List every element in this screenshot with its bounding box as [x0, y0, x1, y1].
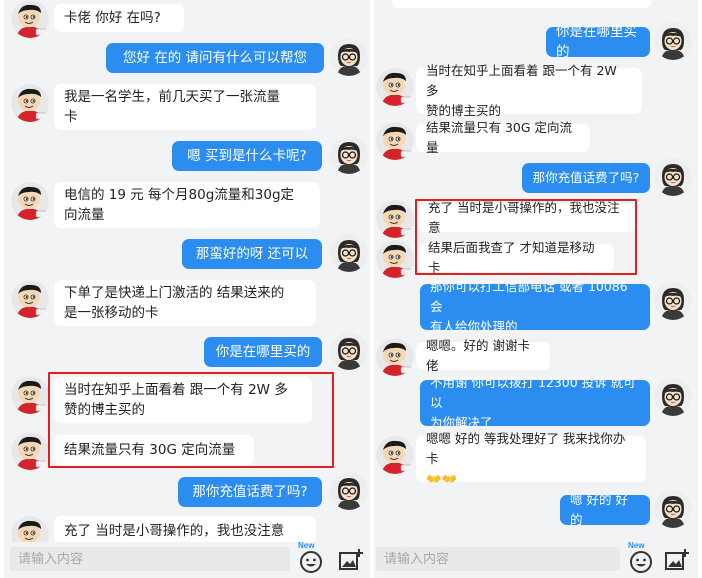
message-text-line: 是一张移动的卡 — [64, 305, 159, 321]
chat-panel-left: 卡佬 你好 在吗? 您好 在的 请问有什么可以帮您 我是一名学生，前几天买了一张… — [4, 0, 370, 578]
message-text-line: 下单了是快递上门激活的 结果送来的 — [64, 285, 285, 301]
customer-avatar-icon[interactable] — [11, 182, 49, 220]
agent-avatar-icon[interactable] — [654, 490, 692, 528]
message-bubble-sent: 嗯 买到是什么卡呢? — [172, 141, 322, 171]
message-text: 那你充值话费了吗? — [192, 484, 308, 500]
message-text-line: 当时在知乎上面看着 跟一个有 2W 多 — [64, 382, 288, 398]
message-bubble-received: 结果流量只有 30G 定向流量 — [54, 435, 254, 465]
customer-avatar-icon[interactable] — [11, 280, 49, 318]
customer-avatar-icon[interactable] — [376, 338, 414, 376]
image-plus-icon — [339, 549, 363, 570]
message-text: 你是在哪里买的 — [215, 344, 311, 360]
image-button[interactable] — [338, 548, 364, 572]
customer-avatar-icon[interactable] — [11, 432, 49, 470]
message-bubble-received: 卡佬 你好 在吗? — [54, 4, 184, 32]
message-text-line: 向流量 — [64, 207, 105, 223]
message-bubble-received: 下单了是快递上门激活的 结果送来的 是一张移动的卡 — [54, 280, 316, 326]
message-bubble-received: 结果流量只有 30G 定向流量 — [416, 120, 590, 155]
message-input-bar: New — [4, 541, 370, 578]
message-text: 嗯嗯。好的 谢谢卡佬 — [426, 338, 530, 373]
customer-avatar-icon[interactable] — [11, 0, 49, 38]
image-button[interactable] — [664, 548, 690, 572]
message-bubble-received: 充了 当时是小哥操作的，我也没注意 — [418, 200, 636, 235]
agent-avatar-icon[interactable] — [654, 378, 692, 416]
new-badge: New — [298, 541, 315, 550]
message-text: 卡佬 你好 在吗? — [64, 10, 161, 26]
message-bubble-received: 我是一名学生，前几天买了一张流量 卡 — [54, 84, 316, 130]
message-bubble-received-partial — [392, 0, 652, 8]
message-text-line: 卡 — [64, 109, 78, 125]
customer-avatar-icon[interactable] — [376, 200, 414, 238]
agent-avatar-icon[interactable] — [330, 136, 368, 174]
customer-avatar-icon[interactable] — [376, 436, 414, 474]
message-bubble-sent: 那蛮好的呀 还可以 — [182, 239, 322, 269]
agent-avatar-icon[interactable] — [654, 158, 692, 196]
customer-avatar-icon[interactable] — [376, 68, 414, 106]
image-plus-icon — [665, 549, 689, 570]
message-text: 那你充值话费了吗? — [532, 170, 640, 185]
emoji-button[interactable]: New — [296, 541, 326, 575]
message-text-line: 当时在知乎上面看着 跟一个有 2W 多 — [426, 63, 617, 98]
chat-panel-right: 你是在哪里买的 当时在知乎上面看着 跟一个有 2W 多 赞的博主买的 结果流量只… — [374, 0, 698, 578]
message-text: 结果流量只有 30G 定向流量 — [426, 120, 573, 155]
message-text: 嗯 买到是什么卡呢? — [187, 148, 307, 164]
message-input-bar: New — [374, 541, 698, 578]
message-text: 嗯 好的 好的 — [570, 492, 628, 527]
message-bubble-sent: 那你充值话费了吗? — [178, 477, 322, 507]
message-bubble-sent: 那你可以打工信部电话 或者 10086 会 有人给你处理的 — [420, 279, 650, 334]
customer-avatar-icon[interactable] — [11, 84, 49, 122]
customer-avatar-icon[interactable] — [376, 240, 414, 278]
message-text-line: 嗯嗯 好的 等我处理好了 我来找你办卡 — [426, 431, 626, 466]
message-text: 充了 当时是小哥操作的，我也没注意 — [64, 523, 285, 539]
message-bubble-sent: 你是在哪里买的 — [546, 24, 650, 60]
message-bubble-received: 当时在知乎上面看着 跟一个有 2W 多 赞的博主买的 — [416, 63, 642, 118]
message-text: 您好 在的 请问有什么可以帮您 — [122, 50, 308, 66]
message-text-line: 有人给你处理的 — [430, 319, 518, 334]
message-bubble-sent: 你是在哪里买的 — [204, 337, 322, 367]
agent-avatar-icon[interactable] — [330, 38, 368, 76]
customer-avatar-icon[interactable] — [11, 376, 49, 414]
message-text: 结果流量只有 30G 定向流量 — [64, 442, 236, 458]
agent-avatar-icon[interactable] — [654, 282, 692, 320]
message-text-line: 不用谢 你可以拨打 12300 投诉 就可以 — [430, 375, 636, 410]
message-bubble-sent: 您好 在的 请问有什么可以帮您 — [106, 43, 324, 73]
message-bubble-received: 结果后面我查了 才知道是移动卡 — [418, 240, 614, 275]
message-text: 结果后面我查了 才知道是移动卡 — [428, 240, 595, 275]
message-input[interactable] — [376, 547, 620, 571]
message-bubble-received: 当时在知乎上面看着 跟一个有 2W 多 赞的博主买的 — [54, 377, 312, 423]
message-text-line: 电信的 19 元 每个月80g流量和30g定 — [64, 187, 295, 203]
agent-avatar-icon[interactable] — [330, 472, 368, 510]
message-text: 充了 当时是小哥操作的，我也没注意 — [428, 200, 620, 235]
new-badge: New — [628, 541, 645, 550]
message-bubble-sent: 嗯 好的 好的 — [560, 492, 650, 527]
message-input[interactable] — [10, 547, 290, 571]
agent-avatar-icon[interactable] — [330, 332, 368, 370]
message-bubble-received: 嗯嗯 好的 等我处理好了 我来找你办卡 👐👐 — [416, 431, 646, 486]
message-text-line: 👐👐 — [426, 471, 458, 486]
customer-avatar-icon[interactable] — [376, 122, 414, 160]
emoji-button[interactable]: New — [626, 541, 656, 575]
message-bubble-sent: 那你充值话费了吗? — [522, 163, 650, 193]
message-text-line: 那你可以打工信部电话 或者 10086 会 — [430, 279, 628, 314]
message-text: 那蛮好的呀 还可以 — [195, 246, 309, 262]
message-bubble-received: 电信的 19 元 每个月80g流量和30g定 向流量 — [54, 182, 320, 228]
agent-avatar-icon[interactable] — [654, 22, 692, 60]
agent-avatar-icon[interactable] — [330, 234, 368, 272]
message-text-line: 我是一名学生，前几天买了一张流量 — [64, 89, 280, 105]
message-text: 你是在哪里买的 — [556, 24, 637, 60]
message-text-line: 赞的博主买的 — [64, 402, 145, 418]
message-bubble-received: 嗯嗯。好的 谢谢卡佬 — [416, 338, 550, 373]
message-bubble-sent: 不用谢 你可以拨打 12300 投诉 就可以 为你解决了 — [420, 375, 650, 430]
